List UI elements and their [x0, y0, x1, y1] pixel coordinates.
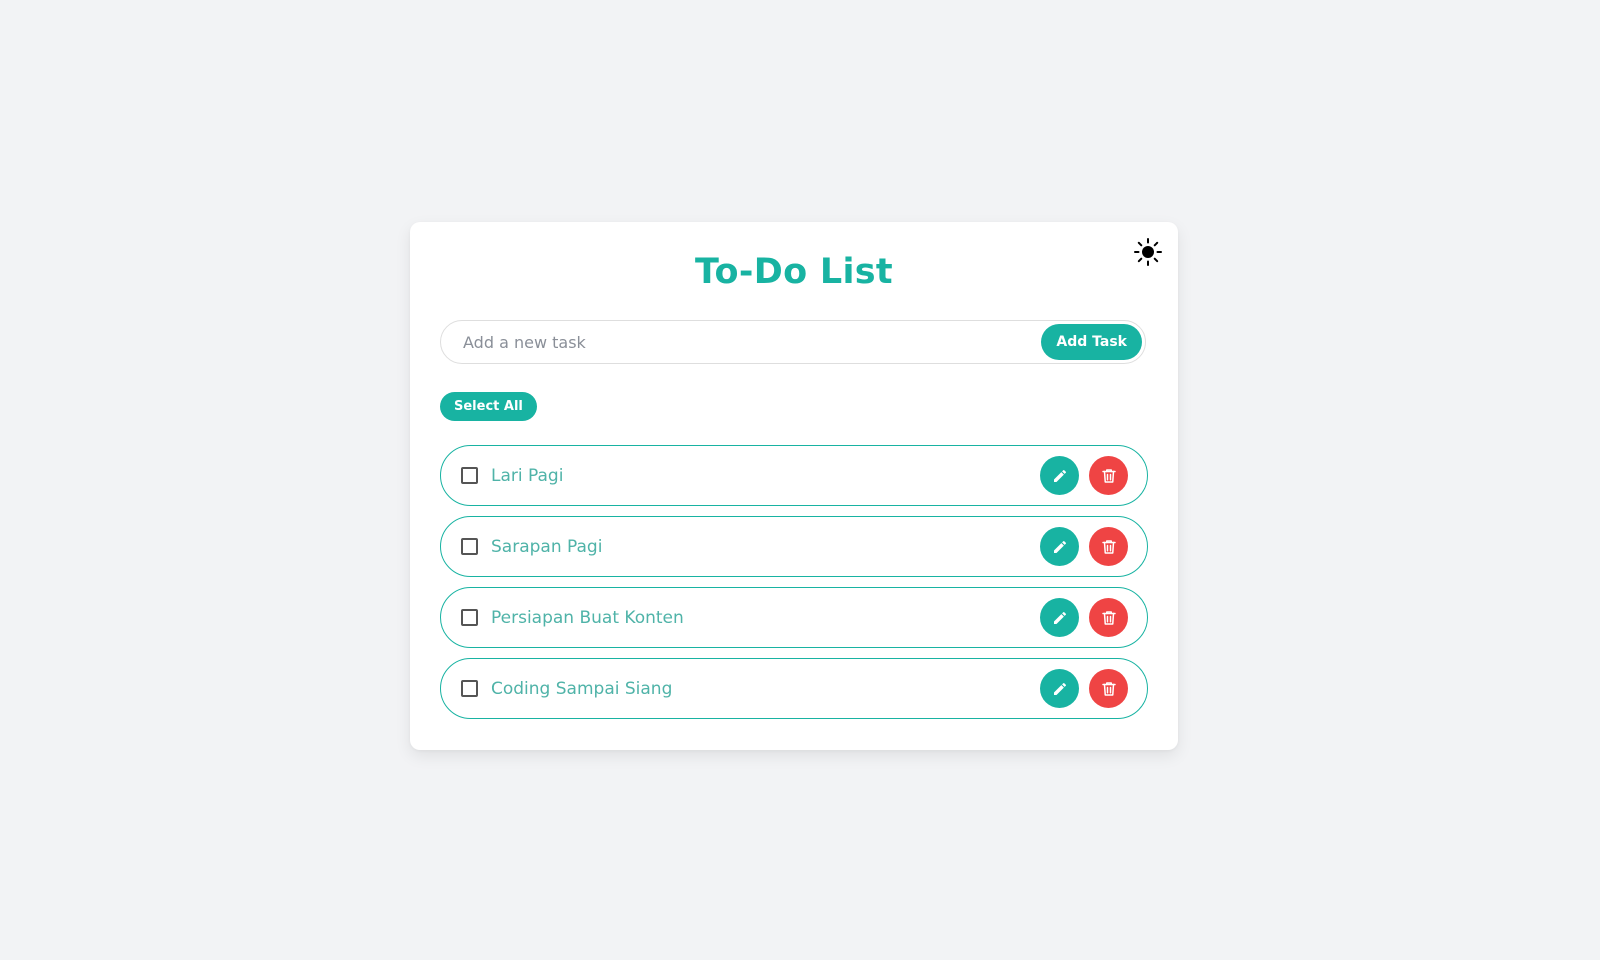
delete-task-button[interactable]: [1089, 456, 1128, 495]
edit-task-button[interactable]: [1040, 456, 1079, 495]
pencil-icon: [1053, 682, 1066, 695]
page-title: To-Do List: [695, 252, 893, 292]
add-task-button[interactable]: Add Task: [1041, 324, 1142, 360]
task-item: Lari Pagi: [440, 445, 1148, 506]
delete-task-button[interactable]: [1089, 669, 1128, 708]
trash-icon: [1101, 681, 1116, 696]
delete-task-button[interactable]: [1089, 598, 1128, 637]
pencil-icon: [1053, 611, 1066, 624]
edit-task-button[interactable]: [1040, 527, 1079, 566]
task-text: Coding Sampai Siang: [491, 678, 673, 699]
delete-task-button[interactable]: [1089, 527, 1128, 566]
task-text: Persiapan Buat Konten: [491, 607, 684, 628]
task-item: Sarapan Pagi: [440, 516, 1148, 577]
edit-task-button[interactable]: [1040, 598, 1079, 637]
todo-card: To-Do List Add Task Select All Lari Pagi…: [410, 222, 1178, 750]
task-checkbox[interactable]: [461, 538, 478, 555]
edit-task-button[interactable]: [1040, 669, 1079, 708]
select-all-button[interactable]: Select All: [440, 392, 537, 421]
task-item: Persiapan Buat Konten: [440, 587, 1148, 648]
trash-icon: [1101, 539, 1116, 554]
trash-icon: [1101, 610, 1116, 625]
pencil-icon: [1053, 469, 1066, 482]
new-task-input[interactable]: [461, 331, 1042, 353]
task-text: Sarapan Pagi: [491, 536, 603, 557]
new-task-form: Add Task: [440, 320, 1146, 364]
task-checkbox[interactable]: [461, 609, 478, 626]
pencil-icon: [1053, 540, 1066, 553]
task-item: Coding Sampai Siang: [440, 658, 1148, 719]
task-checkbox[interactable]: [461, 680, 478, 697]
trash-icon: [1101, 468, 1116, 483]
task-list: Lari Pagi Sarapan Pagi Persiapan Buat Ko…: [440, 445, 1148, 729]
task-text: Lari Pagi: [491, 465, 564, 486]
task-checkbox[interactable]: [461, 467, 478, 484]
